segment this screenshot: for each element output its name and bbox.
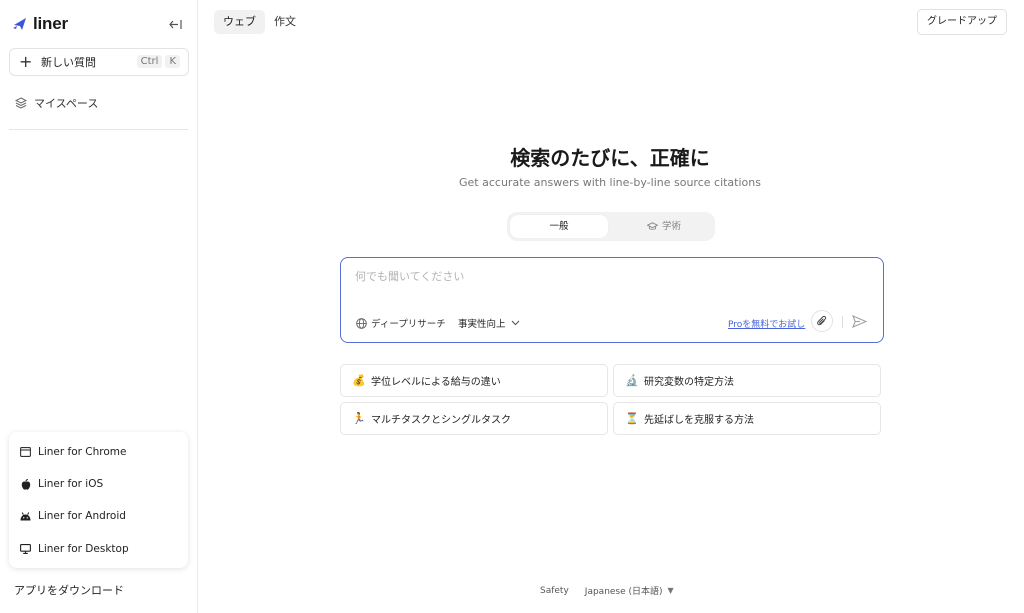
- paperclip-icon: [817, 315, 827, 326]
- sidebar-item-label: マイスペース: [34, 97, 99, 110]
- factuality-label: 事実性向上: [458, 319, 506, 330]
- apple-icon: [20, 478, 31, 490]
- download-ios-item[interactable]: Liner for iOS: [20, 476, 103, 492]
- query-box: ディープリサーチ 事実性向上 Proを無料でお試し: [340, 257, 884, 343]
- plus-icon: +: [19, 52, 33, 71]
- new-question-button[interactable]: + 新しい質問 Ctrl K: [9, 48, 189, 76]
- suggestion-card[interactable]: 🏃 マルチタスクとシングルタスク: [340, 402, 608, 435]
- pro-trial-link[interactable]: Proを無料でお試し: [728, 317, 805, 330]
- search-mode-toggle: 一般 学術: [507, 212, 715, 241]
- browser-window-icon: [20, 447, 31, 458]
- attach-file-button[interactable]: [811, 310, 833, 332]
- download-apps-menu: Liner for Chrome Liner for iOS Liner for…: [9, 432, 188, 568]
- query-input[interactable]: [355, 270, 855, 283]
- mortarboard-icon: [646, 222, 658, 230]
- mode-academic-button[interactable]: 学術: [615, 215, 713, 238]
- download-item-label: Liner for Desktop: [38, 543, 129, 555]
- page-title: 検索のたびに、正確に: [510, 146, 710, 170]
- suggestion-label: マルチタスクとシングルタスク: [371, 415, 511, 426]
- atom-icon: [356, 317, 367, 329]
- sidebar-item-myspace[interactable]: マイスペース: [15, 95, 98, 111]
- suggestion-label: 学位レベルによる給与の違い: [371, 377, 501, 388]
- language-selector[interactable]: Japanese (日本語): [585, 584, 663, 597]
- factuality-dropdown[interactable]: 事実性向上: [458, 316, 520, 330]
- page-subtitle: Get accurate answers with line-by-line s…: [459, 176, 761, 189]
- monitor-icon: [20, 544, 31, 555]
- upgrade-button[interactable]: グレードアップ: [917, 9, 1007, 35]
- send-icon: [851, 314, 867, 328]
- chevron-down-icon: [511, 320, 519, 326]
- shortcut-hint: Ctrl K: [136, 55, 180, 68]
- download-app-button[interactable]: アプリをダウンロード: [14, 582, 124, 598]
- brand-name: liner: [33, 14, 68, 33]
- send-button[interactable]: [851, 313, 867, 329]
- android-icon: [20, 511, 31, 522]
- liner-logo-icon: [13, 18, 26, 30]
- suggestion-card[interactable]: ⏳ 先延ばしを克服する方法: [613, 402, 881, 435]
- shortcut-key: K: [165, 55, 180, 68]
- suggestion-label: 先延ばしを克服する方法: [644, 415, 754, 426]
- safety-link[interactable]: Safety: [540, 586, 569, 596]
- mode-label: 学術: [661, 221, 681, 232]
- download-chrome-item[interactable]: Liner for Chrome: [20, 444, 127, 460]
- divider: [9, 129, 188, 130]
- suggestion-label: 研究変数の特定方法: [644, 377, 734, 388]
- tab-web[interactable]: ウェブ: [214, 10, 265, 34]
- collapse-sidebar-icon[interactable]: [166, 15, 184, 33]
- divider: [842, 316, 843, 328]
- download-android-item[interactable]: Liner for Android: [20, 508, 126, 524]
- hourglass-icon: ⏳: [625, 412, 639, 425]
- tab-writing[interactable]: 作文: [265, 10, 305, 34]
- caret-down-icon: ▼: [667, 586, 674, 595]
- sidebar: liner + 新しい質問 Ctrl K マイスペース Liner for Ch…: [0, 0, 198, 613]
- download-item-label: Liner for Chrome: [38, 446, 127, 458]
- suggestion-card[interactable]: 💰 学位レベルによる給与の違い: [340, 364, 608, 397]
- footer: Safety Japanese (日本語) ▼: [540, 584, 674, 598]
- suggestion-card[interactable]: 🔬 研究変数の特定方法: [613, 364, 881, 397]
- download-item-label: Liner for iOS: [38, 478, 104, 490]
- money-bag-icon: 💰: [352, 374, 366, 387]
- deep-research-label: ディープリサーチ: [371, 319, 446, 330]
- deep-research-toggle[interactable]: ディープリサーチ: [356, 316, 446, 330]
- runner-icon: 🏃: [352, 412, 366, 425]
- mode-general-button[interactable]: 一般: [510, 215, 608, 238]
- layers-icon: [15, 97, 27, 109]
- logo[interactable]: liner: [12, 12, 188, 36]
- download-item-label: Liner for Android: [38, 510, 126, 522]
- microscope-icon: 🔬: [625, 374, 639, 387]
- download-desktop-item[interactable]: Liner for Desktop: [20, 541, 129, 557]
- mode-label: 一般: [549, 221, 569, 232]
- shortcut-key: Ctrl: [136, 55, 163, 68]
- new-question-label: 新しい質問: [41, 56, 96, 69]
